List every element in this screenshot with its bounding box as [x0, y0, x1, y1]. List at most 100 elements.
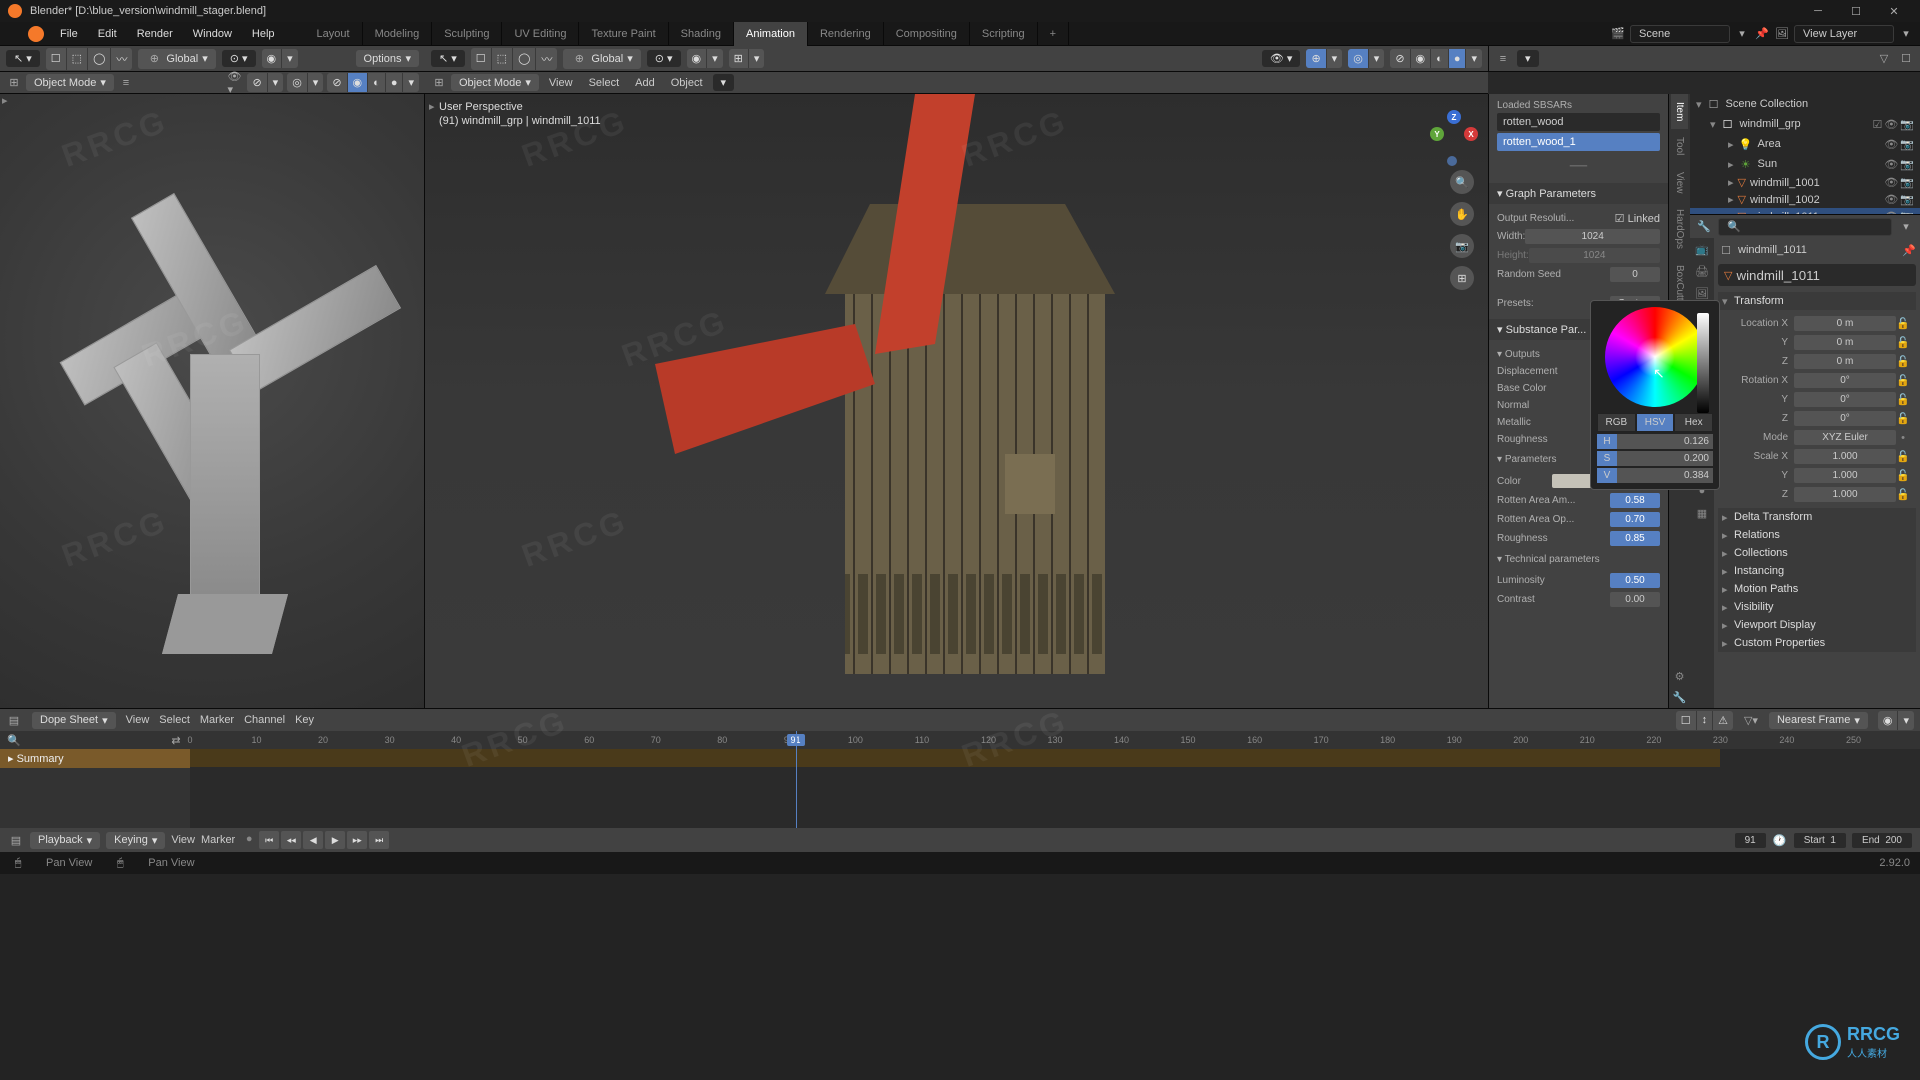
- workspace-layout[interactable]: Layout: [305, 22, 363, 46]
- tl-proportional[interactable]: ◉▾: [1878, 711, 1914, 730]
- center-add-menu[interactable]: Add: [629, 75, 661, 91]
- random-seed-input[interactable]: 0: [1610, 267, 1660, 282]
- expand-center-icon[interactable]: ▸: [429, 100, 435, 114]
- dopesheet-editor-icon[interactable]: ▤: [6, 712, 22, 728]
- render-icon[interactable]: 📷: [1900, 118, 1914, 131]
- vis-icon[interactable]: 👁: [1884, 118, 1898, 131]
- lock-rot-x-icon[interactable]: 🔓: [1896, 374, 1910, 387]
- workspace-animation[interactable]: Animation: [734, 22, 808, 46]
- next-key-button[interactable]: ▸▸: [347, 831, 367, 849]
- expand-left-icon[interactable]: ▸: [2, 94, 8, 107]
- breadcrumb-object[interactable]: windmill_1011: [1738, 244, 1807, 256]
- workspace-modeling[interactable]: Modeling: [363, 22, 433, 46]
- transform-panel-header[interactable]: Transform: [1718, 292, 1916, 310]
- center-select-mode[interactable]: ☐⬚◯〰: [471, 48, 558, 70]
- left-orientation-dd[interactable]: ⊕Global ▾: [138, 49, 215, 69]
- param-rotten-op-input[interactable]: 0.70: [1610, 512, 1660, 527]
- sbsar-item-0[interactable]: rotten_wood: [1497, 113, 1660, 131]
- gizmo-z-icon[interactable]: Z: [1447, 110, 1461, 124]
- timeline-tick[interactable]: 80: [717, 735, 727, 745]
- timeline-tick[interactable]: 20: [318, 735, 328, 745]
- scene-icon[interactable]: 🎬: [1610, 26, 1626, 42]
- jump-start-button[interactable]: ⏮: [259, 831, 279, 849]
- visibility-header[interactable]: Visibility: [1718, 598, 1916, 616]
- center-overlay-btns[interactable]: ◎▾: [1348, 49, 1384, 68]
- color-wheel[interactable]: [1605, 307, 1705, 407]
- left-mode-dd[interactable]: Object Mode ▾: [26, 74, 114, 91]
- center-snap-dd[interactable]: ⊙ ▾: [647, 50, 681, 67]
- pb-marker-menu[interactable]: Marker: [201, 834, 235, 846]
- autokey-icon[interactable]: ●: [241, 831, 257, 847]
- play-button[interactable]: ▶: [325, 831, 345, 849]
- tab-texture[interactable]: ▦: [1690, 502, 1714, 524]
- viewport-display-header[interactable]: Viewport Display: [1718, 616, 1916, 634]
- breadcrumb-scene-icon[interactable]: ☐: [1718, 242, 1734, 258]
- left-pivot[interactable]: ◉▾: [262, 49, 298, 68]
- cp-tab-hex[interactable]: Hex: [1674, 413, 1713, 432]
- center-pivot[interactable]: ◉▾: [687, 49, 723, 68]
- object-name-input[interactable]: [1736, 268, 1913, 283]
- loc-z-input[interactable]: 0 m: [1794, 354, 1896, 369]
- left-editor-icon[interactable]: ⊞: [6, 75, 22, 91]
- timeline-tick[interactable]: 100: [848, 735, 863, 745]
- relations-header[interactable]: Relations: [1718, 526, 1916, 544]
- timeline-tick[interactable]: 70: [651, 735, 661, 745]
- timeline-track-area[interactable]: 0102030405060708090100110120130140150160…: [190, 731, 1920, 828]
- pin-props-icon[interactable]: 📌: [1902, 244, 1916, 257]
- width-input[interactable]: 1024: [1525, 229, 1660, 244]
- tl-filter-btns[interactable]: ☐↕⚠: [1676, 711, 1733, 730]
- timeline-tick[interactable]: 10: [252, 735, 262, 745]
- workspace-shading[interactable]: Shading: [669, 22, 734, 46]
- file-menu[interactable]: File: [50, 24, 88, 44]
- vtab-tool[interactable]: Tool: [1671, 129, 1688, 163]
- lock-scl-z-icon[interactable]: 🔓: [1896, 488, 1910, 501]
- rot-x-input[interactable]: 0°: [1794, 373, 1896, 388]
- scl-y-input[interactable]: 1.000: [1794, 468, 1896, 483]
- left-sel-vis-icon[interactable]: 👁▾: [227, 75, 243, 91]
- camera-icon[interactable]: 📷: [1450, 234, 1474, 258]
- lock-rot-y-icon[interactable]: 🔓: [1896, 393, 1910, 406]
- substance-tab-icon[interactable]: ⚙: [1671, 666, 1689, 687]
- cp-s-input[interactable]: 0.200: [1617, 451, 1713, 466]
- cp-tab-hsv[interactable]: HSV: [1636, 413, 1675, 432]
- center-visibility-dd[interactable]: 👁 ▾: [1262, 50, 1301, 67]
- technical-header[interactable]: ▾ Technical parameters: [1497, 548, 1660, 571]
- scene-collection-label[interactable]: Scene Collection: [1726, 98, 1809, 110]
- rot-z-input[interactable]: 0°: [1794, 411, 1896, 426]
- timeline-tick[interactable]: 30: [385, 735, 395, 745]
- gizmo-y-icon[interactable]: Y: [1430, 127, 1444, 141]
- vtab-item[interactable]: Item: [1671, 94, 1688, 129]
- center-shading-btns[interactable]: ⊘◉◐●▾: [1390, 49, 1482, 68]
- viewlayer-icon[interactable]: 🖼: [1774, 26, 1790, 42]
- cp-tab-rgb[interactable]: RGB: [1597, 413, 1636, 432]
- scene-browse-icon[interactable]: ▾: [1734, 26, 1750, 42]
- timeline-tick[interactable]: 160: [1247, 735, 1262, 745]
- tech-luminosity-input[interactable]: 0.50: [1610, 573, 1660, 588]
- keying-popover[interactable]: Keying ▾: [106, 832, 165, 849]
- tl-channel-menu[interactable]: Channel: [244, 714, 285, 726]
- jump-end-button[interactable]: ⏭: [369, 831, 389, 849]
- edit-menu[interactable]: Edit: [88, 24, 127, 44]
- timeline-tick[interactable]: 60: [584, 735, 594, 745]
- zoom-icon[interactable]: 🔍: [1450, 170, 1474, 194]
- lock-scl-y-icon[interactable]: 🔓: [1896, 469, 1910, 482]
- tab-output[interactable]: 🖨: [1690, 260, 1714, 282]
- param-roughness-input[interactable]: 0.85: [1610, 531, 1660, 546]
- timeline-tick[interactable]: 110: [915, 735, 929, 745]
- outliner-editor-icon[interactable]: ≡: [1495, 51, 1511, 67]
- filter-icon[interactable]: ▽▾: [1743, 712, 1759, 728]
- vtab-view[interactable]: View: [1671, 164, 1688, 202]
- timeline-tick[interactable]: 210: [1580, 735, 1595, 745]
- render-menu[interactable]: Render: [127, 24, 183, 44]
- sbsar-item-1[interactable]: rotten_wood_1: [1497, 133, 1660, 151]
- motion-paths-header[interactable]: Motion Paths: [1718, 580, 1916, 598]
- rot-mode-dd[interactable]: XYZ Euler: [1794, 430, 1896, 445]
- end-frame-input[interactable]: End 200: [1852, 833, 1912, 848]
- outliner-new-collection-icon[interactable]: ☐: [1898, 51, 1914, 67]
- new-viewlayer-icon[interactable]: ▾: [1898, 26, 1914, 42]
- custom-properties-header[interactable]: Custom Properties: [1718, 634, 1916, 652]
- app-icon[interactable]: [28, 26, 44, 42]
- lock-loc-y-icon[interactable]: 🔓: [1896, 336, 1910, 349]
- viewlayer-input[interactable]: [1794, 25, 1894, 43]
- vtab-hardops[interactable]: HardOps: [1671, 201, 1688, 257]
